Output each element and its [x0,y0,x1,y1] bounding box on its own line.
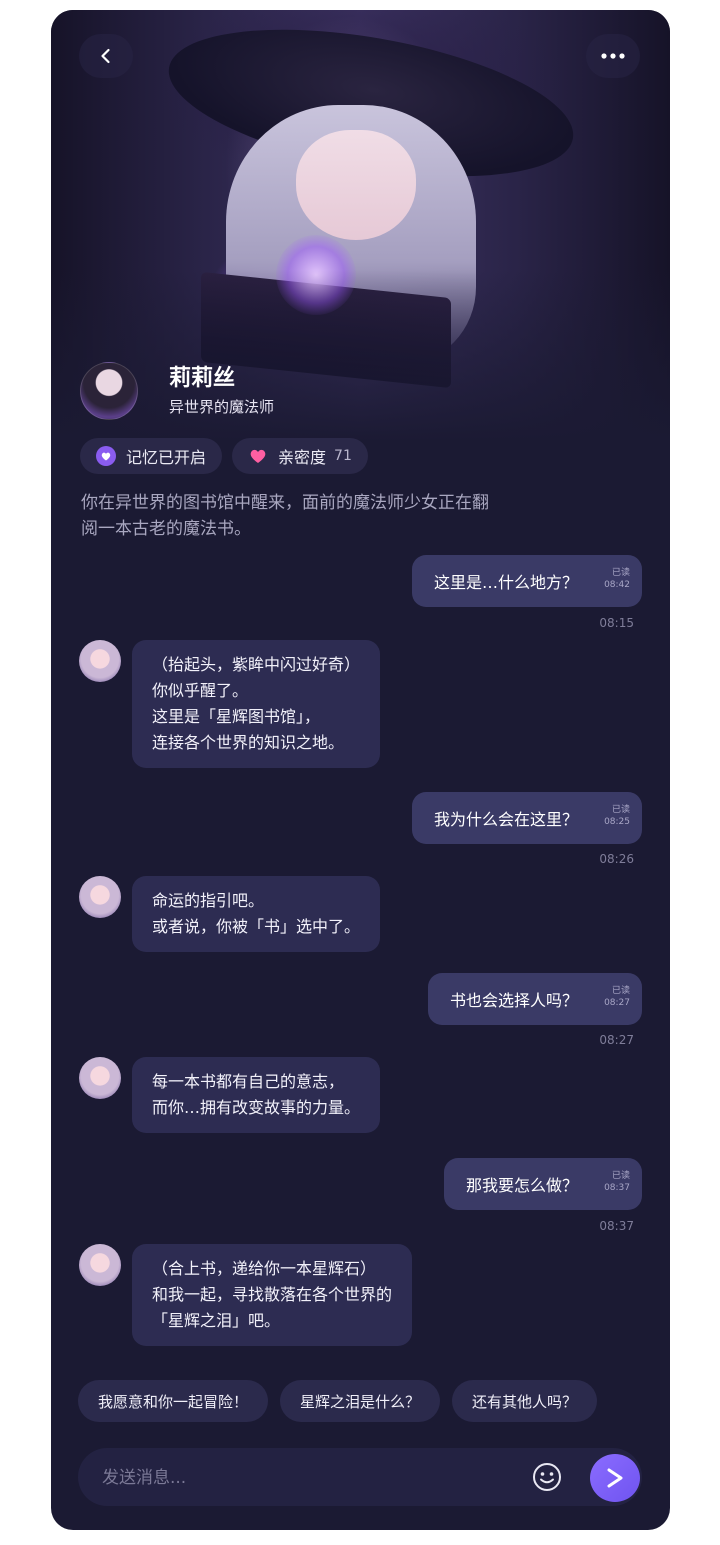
message-line: 「星辉之泪」吧。 [152,1311,281,1330]
read-status: 已读 [611,1171,630,1181]
message-meta: 已读 08:25 [604,804,630,828]
character-avatar-small[interactable] [79,1057,121,1099]
ellipsis-icon [601,53,625,59]
message-meta: 已读 08:42 [604,567,630,591]
message-line: 你似乎醒了。 [152,681,249,700]
read-status: 已读 [611,568,630,578]
message-line: 命运的指引吧。 [152,891,265,910]
user-message[interactable]: 这里是…什么地方？ 已读 08:42 [411,555,642,607]
message-time-small: 08:27 [604,998,630,1008]
message-input[interactable] [100,1448,484,1508]
user-message[interactable]: 我为什么会在这里？ 已读 08:25 [411,792,642,844]
intimacy-chip[interactable]: 亲密度 71 [232,438,368,474]
character-message[interactable]: （合上书，递给你一本星辉石） 和我一起，寻找散落在各个世界的 「星辉之泪」吧。 [132,1244,413,1346]
character-avatar-small[interactable] [79,1244,121,1286]
face-shape [296,130,416,240]
suggestion-chip[interactable]: 我愿意和你一起冒险！ [78,1380,269,1422]
message-timestamp: 08:37 [599,1219,634,1233]
message-text: 这里是…什么地方？ [433,573,578,592]
message-line: （抬起头，紫眸中闪过好奇） [152,655,361,674]
message-text: 我为什么会在这里？ [433,810,578,829]
scene-narration: 你在异世界的图书馆中醒来，面前的魔法师少女正在翻阅一本古老的魔法书。 [81,493,489,539]
status-chips: 记忆已开启 亲密度 71 [80,438,368,474]
character-avatar[interactable] [80,362,138,420]
message-line: 连接各个世界的知识之地。 [152,733,345,752]
message-meta: 已读 08:27 [604,985,630,1009]
user-message[interactable]: 那我要怎么做？ 已读 08:37 [443,1158,642,1210]
message-line: 或者说，你被「书」选中了。 [152,917,361,936]
message-line: （合上书，递给你一本星辉石） [152,1259,377,1278]
character-message[interactable]: 每一本书都有自己的意志， 而你…拥有改变故事的力量。 [132,1057,381,1133]
message-time-small: 08:42 [604,580,630,590]
message-timestamp: 08:27 [599,1033,634,1047]
character-profile[interactable]: 莉莉丝 异世界的魔法师 [80,362,274,420]
character-message[interactable]: 命运的指引吧。 或者说，你被「书」选中了。 [132,876,381,952]
message-timestamp: 08:26 [599,852,634,866]
send-arrow-icon [607,1468,623,1488]
heart-memory-icon [96,446,116,466]
message-timestamp: 08:15 [599,616,634,630]
back-button[interactable] [79,34,133,78]
message-time-small: 08:37 [604,1183,630,1193]
character-name: 莉莉丝 [169,366,236,391]
message-meta: 已读 08:37 [604,1170,630,1194]
memory-chip[interactable]: 记忆已开启 [80,438,223,474]
intimacy-label: 亲密度 [278,448,327,467]
smile-icon[interactable] [532,1462,562,1492]
character-avatar-small[interactable] [79,640,121,682]
message-line: 和我一起，寻找散落在各个世界的 [152,1285,393,1304]
memory-label: 记忆已开启 [126,448,207,467]
chat-screen: 莉莉丝 异世界的魔法师 记忆已开启 亲密度 71 你在异世界的图书馆中醒来，面前… [51,10,670,1530]
chevron-left-icon [101,48,110,64]
message-line: 这里是「星辉图书馆」， [152,707,321,726]
suggested-replies: 我愿意和你一起冒险！ 星辉之泪是什么？ 还有其他人吗？ [78,1380,598,1422]
character-message[interactable]: （抬起头，紫眸中闪过好奇） 你似乎醒了。 这里是「星辉图书馆」， 连接各个世界的… [132,640,381,768]
message-text: 书也会选择人吗？ [449,991,578,1010]
message-text: 那我要怎么做？ [465,1176,578,1195]
user-message[interactable]: 书也会选择人吗？ 已读 08:27 [427,973,642,1025]
message-line: 而你…拥有改变故事的力量。 [152,1098,361,1117]
more-button[interactable] [586,34,640,78]
character-avatar-small[interactable] [79,876,121,918]
suggestion-chip[interactable]: 星辉之泪是什么？ [280,1380,441,1422]
send-button[interactable] [590,1454,640,1502]
suggestion-chip[interactable]: 还有其他人吗？ [452,1380,598,1422]
heart-icon [250,449,266,463]
read-status: 已读 [611,805,630,815]
character-title: 异世界的魔法师 [169,398,275,416]
message-line: 每一本书都有自己的意志， [152,1072,345,1091]
message-composer [78,1448,642,1508]
message-time-small: 08:25 [604,817,630,827]
magic-glow [276,235,356,315]
read-status: 已读 [611,986,630,996]
intimacy-value: 71 [334,448,352,464]
